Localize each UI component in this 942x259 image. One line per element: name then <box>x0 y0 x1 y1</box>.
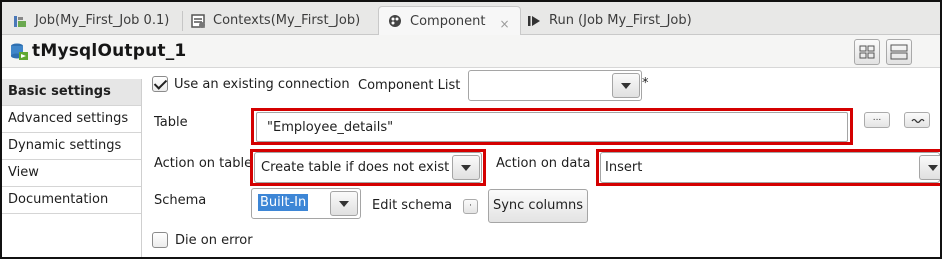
die-on-error-label: Die on error <box>175 233 253 248</box>
action-on-table-highlight <box>250 149 486 186</box>
close-icon[interactable]: × <box>499 17 509 31</box>
mysql-database-icon <box>10 42 28 62</box>
table-browse-button[interactable]: ... <box>864 112 890 128</box>
die-on-error-checkbox[interactable] <box>152 232 168 248</box>
tab-component[interactable]: Component × <box>378 6 521 35</box>
schema-label: Schema <box>154 193 207 208</box>
grid-view-button[interactable] <box>854 39 880 65</box>
tab-bar: Job(My_First_Job 0.1) Contexts(My_First_… <box>2 2 940 35</box>
grid-icon <box>859 45 875 59</box>
use-connection-label: Use an existing connection <box>174 77 350 92</box>
tab-job[interactable]: Job(My_First_Job 0.1) <box>12 6 169 35</box>
run-icon <box>526 13 542 29</box>
table-edit-button[interactable] <box>904 112 930 128</box>
settings-sidebar: Basic settings Advanced settings Dynamic… <box>2 79 142 257</box>
component-panel: Job(My_First_Job 0.1) Contexts(My_First_… <box>0 0 942 259</box>
tab-label: Job(My_First_Job 0.1) <box>35 13 170 28</box>
component-header: tMysqlOutput_1 <box>2 35 940 68</box>
schema-value: Built-In <box>258 194 309 211</box>
table-highlight <box>251 108 853 145</box>
action-on-data-highlight <box>596 149 940 186</box>
sync-columns-button[interactable]: Sync columns <box>488 189 588 223</box>
edit-schema-label: Edit schema <box>372 198 453 213</box>
list-icon <box>890 44 908 60</box>
chevron-down-icon[interactable] <box>612 73 640 98</box>
schema-select[interactable]: Built-In <box>251 188 361 219</box>
sidebar-item-documentation[interactable]: Documentation <box>2 187 141 214</box>
list-view-button[interactable] <box>886 39 912 65</box>
sidebar-item-advanced-settings[interactable]: Advanced settings <box>2 106 141 133</box>
tab-contexts[interactable]: Contexts(My_First_Job) <box>190 6 360 35</box>
wave-icon <box>911 118 925 124</box>
action-on-data-label: Action on data <box>496 156 591 171</box>
required-mark: * <box>642 76 649 91</box>
tab-divider <box>182 11 183 31</box>
job-icon <box>12 13 28 29</box>
table-label: Table <box>154 115 188 130</box>
component-list-select[interactable] <box>468 70 642 101</box>
tab-label: Run (Job My_First_Job) <box>549 13 692 28</box>
sidebar-item-view[interactable]: View <box>2 160 141 187</box>
action-on-table-label: Action on table <box>154 156 253 171</box>
sidebar-item-dynamic-settings[interactable]: Dynamic settings <box>2 133 141 160</box>
page-title: tMysqlOutput_1 <box>32 41 187 61</box>
tab-label: Contexts(My_First_Job) <box>213 13 361 28</box>
chevron-down-icon[interactable] <box>330 191 358 216</box>
component-list-label: Component List <box>358 78 461 93</box>
component-icon <box>387 13 403 29</box>
tab-run[interactable]: Run (Job My_First_Job) <box>526 6 692 35</box>
use-connection-checkbox[interactable] <box>152 76 168 92</box>
edit-schema-button[interactable]: · <box>463 199 478 214</box>
contexts-icon <box>190 13 206 29</box>
tab-label: Component <box>410 13 486 29</box>
sidebar-item-basic-settings[interactable]: Basic settings <box>2 79 141 106</box>
